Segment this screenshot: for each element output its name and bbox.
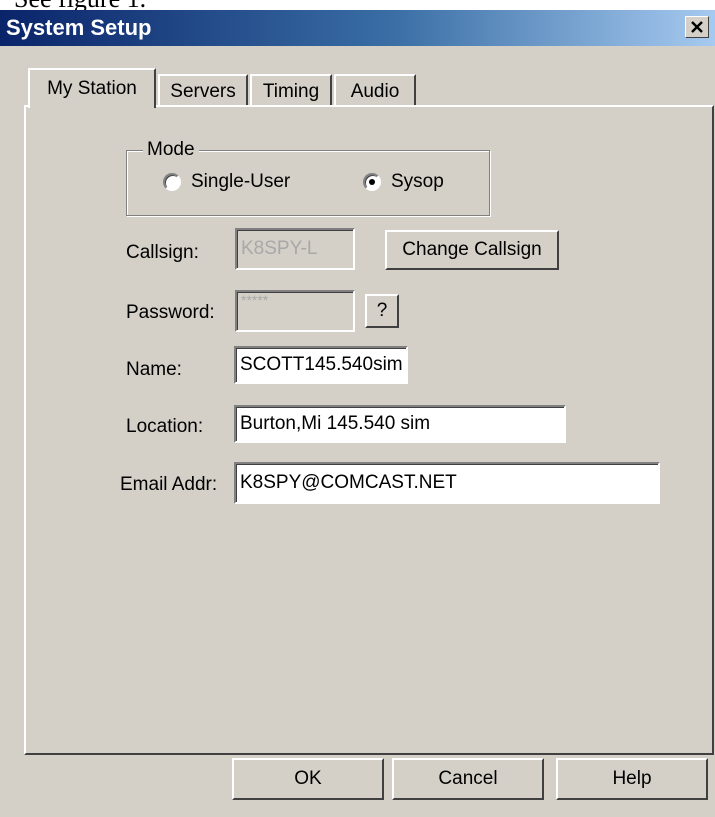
callsign-label: Callsign: (126, 242, 199, 263)
title-bar[interactable]: System Setup (0, 10, 715, 46)
window-title: System Setup (6, 15, 152, 40)
tab-audio[interactable]: Audio (334, 74, 416, 108)
callsign-field: K8SPY-L (235, 228, 355, 270)
email-value: K8SPY@COMCAST.NET (240, 472, 457, 493)
close-icon (691, 21, 703, 33)
mode-group: Mode Single-User Sysop (126, 138, 490, 216)
radio-label: Single-User (191, 171, 291, 192)
tab-servers[interactable]: Servers (158, 74, 248, 108)
system-setup-dialog: System Setup My Station Servers Timing A… (0, 10, 715, 817)
tab-timing[interactable]: Timing (250, 74, 332, 108)
close-button[interactable] (685, 16, 709, 38)
tab-label: Audio (350, 81, 400, 102)
name-field[interactable]: SCOTT145.540sim (234, 346, 408, 384)
cancel-label: Cancel (438, 768, 498, 789)
name-value: SCOTT145.540sim (240, 354, 403, 375)
tab-my-station[interactable]: My Station (28, 68, 156, 108)
tab-label: Servers (170, 81, 236, 102)
change-callsign-button[interactable]: Change Callsign (385, 230, 559, 270)
radio-sysop[interactable]: Sysop (363, 171, 444, 193)
tab-label: Timing (262, 81, 320, 102)
radio-button[interactable] (163, 173, 181, 191)
email-field[interactable]: K8SPY@COMCAST.NET (234, 462, 660, 504)
password-value: ***** (241, 292, 269, 308)
password-help-button[interactable]: ? (365, 294, 399, 328)
ok-label: OK (294, 768, 322, 789)
radio-single-user[interactable]: Single-User (163, 171, 290, 193)
ok-button[interactable]: OK (232, 758, 384, 800)
radio-button[interactable] (363, 173, 381, 191)
radio-selected-dot (369, 179, 375, 185)
name-label: Name: (126, 359, 182, 380)
cancel-button[interactable]: Cancel (392, 758, 544, 800)
radio-label: Sysop (391, 171, 444, 192)
location-label: Location: (126, 416, 204, 437)
help-label: Help (612, 768, 652, 789)
change-callsign-label: Change Callsign (402, 239, 542, 260)
email-label: Email Addr: (120, 474, 218, 495)
location-field[interactable]: Burton,Mi 145.540 sim (234, 405, 566, 443)
password-field: ***** (235, 290, 355, 332)
location-value: Burton,Mi 145.540 sim (240, 413, 431, 434)
password-label: Password: (126, 302, 215, 323)
tab-label: My Station (47, 78, 137, 99)
help-question-icon: ? (376, 300, 388, 321)
help-button[interactable]: Help (556, 758, 708, 800)
callsign-value: K8SPY-L (241, 238, 318, 259)
mode-legend: Mode (143, 138, 199, 162)
